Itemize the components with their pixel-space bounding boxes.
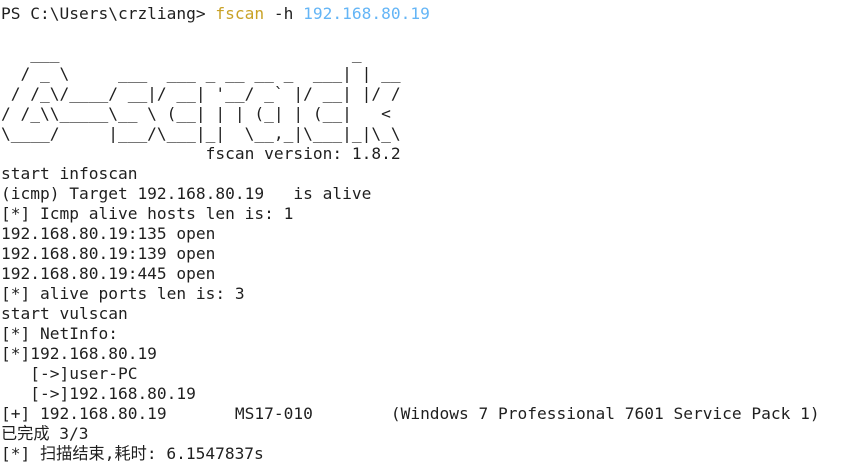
output-line: [*]192.168.80.19 [1,344,157,363]
progress-line: 已完成 3/3 [1,424,89,443]
output-line: start infoscan [1,164,138,183]
output-line: 192.168.80.19:135 open [1,224,216,243]
output-line: 192.168.80.19:139 open [1,244,216,263]
vuln-result-line: [+] 192.168.80.19 MS17-010 (Windows 7 Pr… [1,404,820,423]
output-line: [*] alive ports len is: 3 [1,284,245,303]
prompt-line: PS C:\Users\crzliang> fscan -h 192.168.8… [1,4,430,24]
version-line: fscan version: 1.8.2 [1,144,401,163]
prompt-path: PS C:\Users\crzliang> [1,4,216,23]
terminal-window[interactable]: PS C:\Users\crzliang> fscan -h 192.168.8… [0,0,865,463]
output-line: start vulscan [1,304,128,323]
output-line: [*] NetInfo: [1,324,118,343]
banner-line: / /_\\_____\__ \ (__| | | (_| | (__| < [1,104,391,123]
banner-line: ___ _ [1,44,362,63]
output-line: [->]192.168.80.19 [1,384,196,403]
prompt-target: 192.168.80.19 [303,4,430,23]
scan-finished-line: [*] 扫描结束,耗时: 6.1547837s [1,444,264,463]
banner-line: / _ \ ___ ___ _ __ __ _ ___| | __ [1,64,401,83]
prompt-flag: -h [264,4,304,23]
output-line: [*] Icmp alive hosts len is: 1 [1,204,294,223]
banner-line: / /_\/____/ __|/ __| '__/ _` |/ __| |/ / [1,84,401,103]
output-line: (icmp) Target 192.168.80.19 is alive [1,184,372,203]
output-line: 192.168.80.19:445 open [1,264,216,283]
prompt-command: fscan [215,4,265,23]
banner-line: \____/ |___/\___|_| \__,_|\___|_|\_\ [1,124,401,143]
output-line: [->]user-PC [1,364,138,383]
